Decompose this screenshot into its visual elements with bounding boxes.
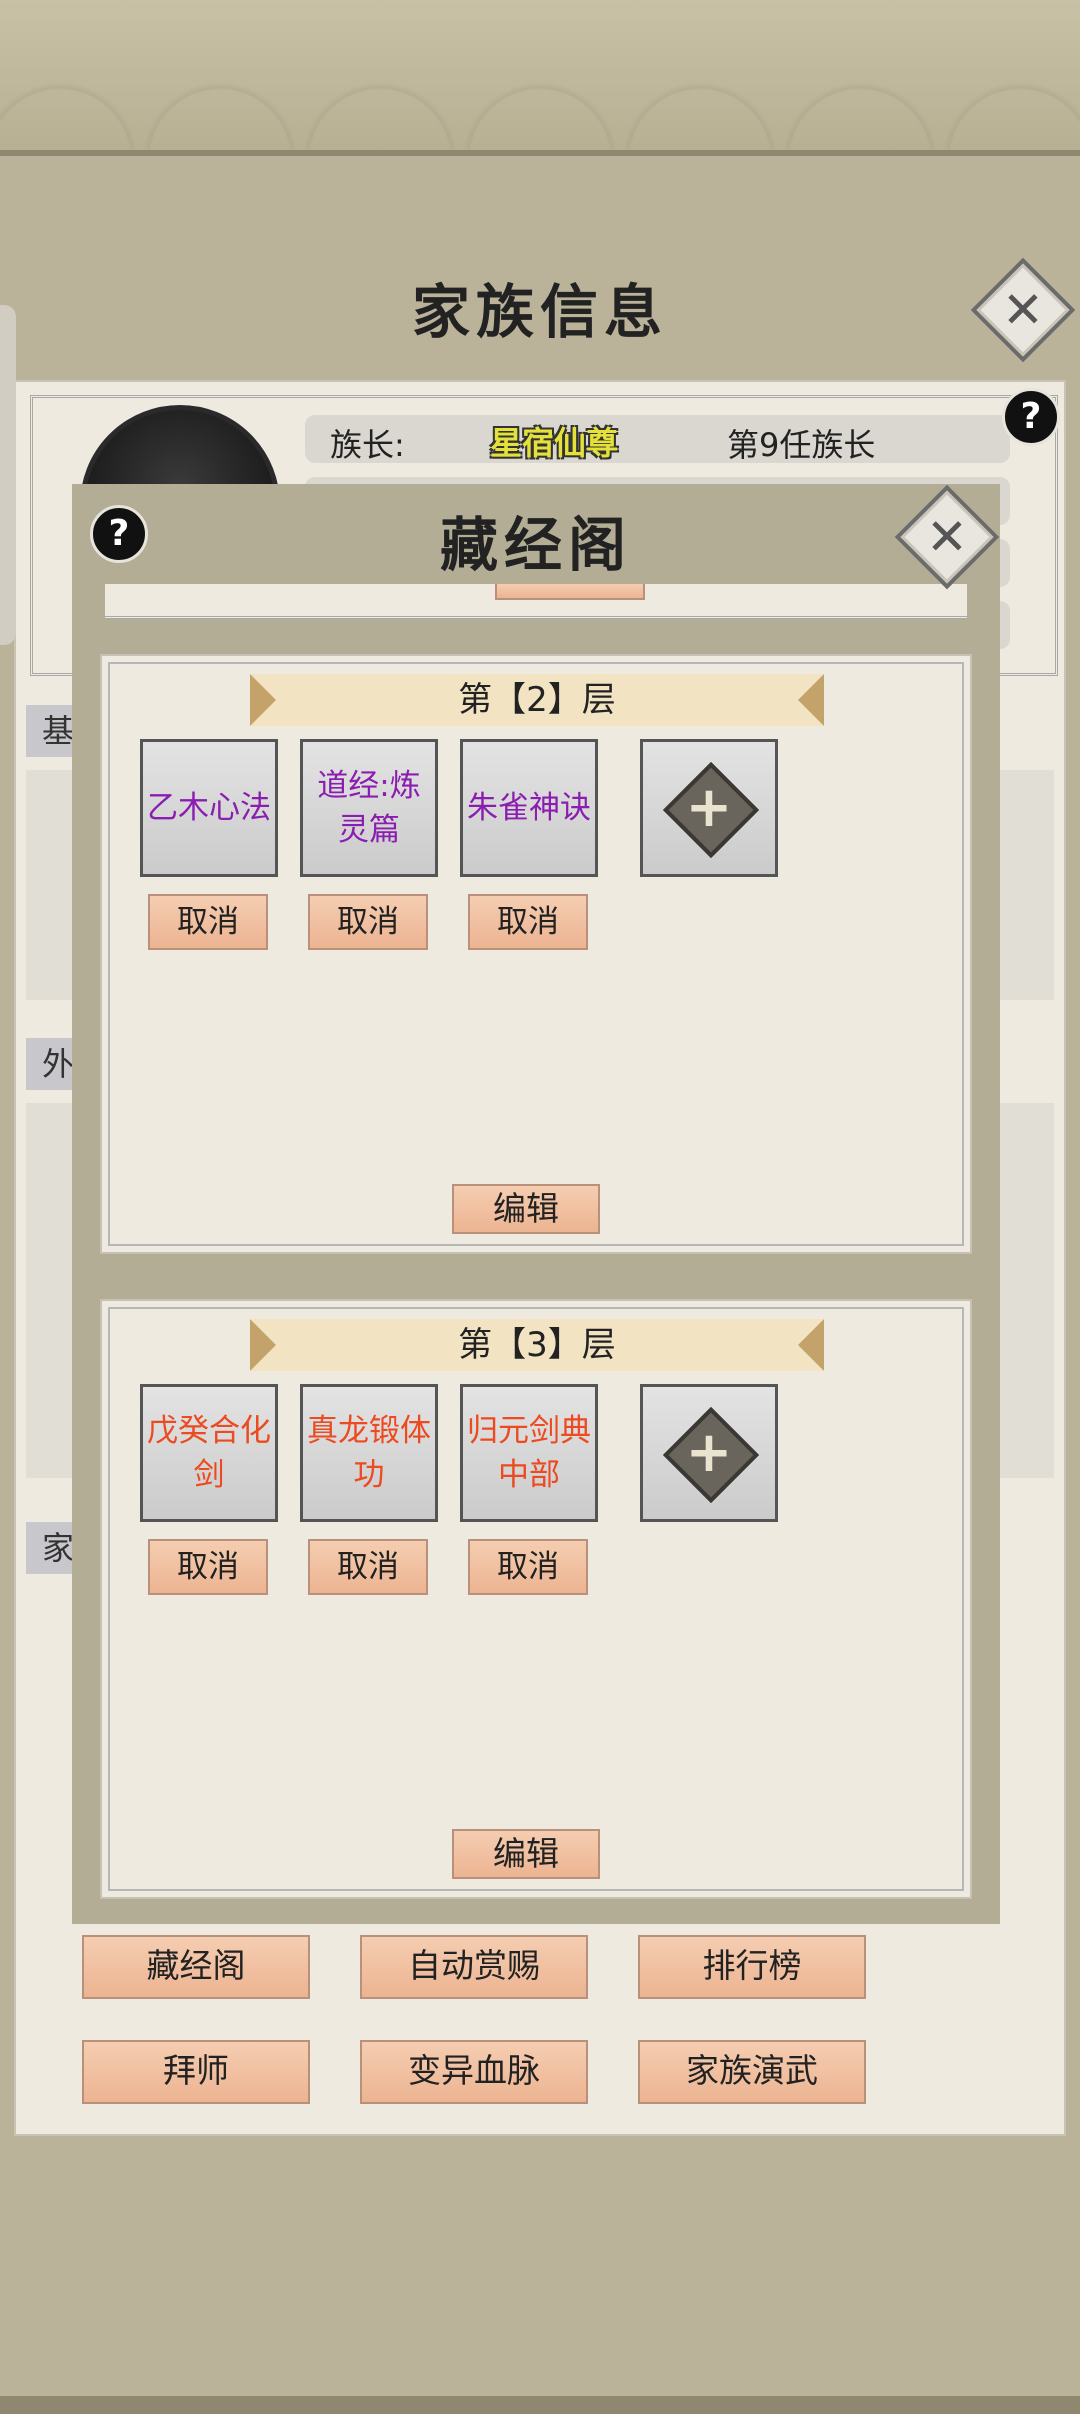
auto-reward-button[interactable]: 自动赏赐 xyxy=(360,1935,588,1999)
add-technique-slot[interactable]: + xyxy=(640,739,778,877)
technique-name: 乙木心法 xyxy=(147,790,271,826)
plus-icon: + xyxy=(685,775,733,840)
leaderboard-button[interactable]: 排行榜 xyxy=(638,1935,866,1999)
cancel-button[interactable]: 取消 xyxy=(468,1539,588,1595)
technique-name: 真龙锻体功 xyxy=(307,1413,431,1493)
library-popup: 藏经阁 第【2】层 乙木心法 道经:炼灵篇 朱雀神诀 + 取消 取消 取消 编辑… xyxy=(72,484,1000,1924)
close-icon: ✕ xyxy=(1002,281,1044,339)
library-floor-2: 第【2】层 乙木心法 道经:炼灵篇 朱雀神诀 + 取消 取消 取消 编辑 xyxy=(100,654,972,1254)
cancel-button[interactable]: 取消 xyxy=(148,894,268,950)
decorative-wave-header xyxy=(0,0,1080,156)
technique-slot[interactable]: 乙木心法 xyxy=(140,739,278,877)
technique-slot[interactable]: 戊癸合化剑 xyxy=(140,1384,278,1522)
help-icon: ? xyxy=(1020,396,1042,437)
edit-button[interactable]: 编辑 xyxy=(452,1184,600,1234)
cancel-button[interactable]: 取消 xyxy=(148,1539,268,1595)
technique-slot[interactable]: 归元剑典中部 xyxy=(460,1384,598,1522)
technique-name: 道经:炼灵篇 xyxy=(317,768,421,848)
help-icon: ? xyxy=(108,513,130,554)
library-floor-3: 第【3】层 戊癸合化剑 真龙锻体功 归元剑典中部 + 取消 取消 取消 编辑 xyxy=(100,1299,972,1899)
close-icon: ✕ xyxy=(926,508,968,566)
mutant-bloodline-button[interactable]: 变异血脉 xyxy=(360,2040,588,2104)
side-drawer-tab[interactable] xyxy=(0,305,16,645)
plus-icon: + xyxy=(685,1420,733,1485)
technique-name: 戊癸合化剑 xyxy=(147,1413,271,1493)
family-help-button[interactable]: ? xyxy=(1002,388,1060,446)
cancel-button[interactable]: 取消 xyxy=(468,894,588,950)
technique-slot[interactable]: 真龙锻体功 xyxy=(300,1384,438,1522)
cancel-button[interactable]: 取消 xyxy=(308,894,428,950)
technique-slot[interactable]: 道经:炼灵篇 xyxy=(300,739,438,877)
library-help-button[interactable]: ? xyxy=(90,505,148,563)
leader-rank: 第9任族长 xyxy=(727,426,876,464)
technique-name: 朱雀神诀 xyxy=(467,790,591,826)
partially-hidden-button xyxy=(495,584,645,600)
technique-name: 归元剑典中部 xyxy=(467,1413,591,1493)
apprentice-button[interactable]: 拜师 xyxy=(82,2040,310,2104)
leader-name: 星宿仙尊 xyxy=(490,424,619,462)
technique-slot[interactable]: 朱雀神诀 xyxy=(460,739,598,877)
decorative-footer-band xyxy=(0,2396,1080,2414)
cancel-button[interactable]: 取消 xyxy=(308,1539,428,1595)
library-top-strip xyxy=(105,584,967,619)
add-technique-slot[interactable]: + xyxy=(640,1384,778,1522)
family-info-title: 家族信息 xyxy=(411,278,668,346)
library-title: 藏经阁 xyxy=(439,511,632,579)
edit-button[interactable]: 编辑 xyxy=(452,1829,600,1879)
leader-row xyxy=(305,415,1010,463)
library-nav-button[interactable]: 藏经阁 xyxy=(82,1935,310,1999)
floor-banner: 第【2】层 xyxy=(250,674,824,726)
library-header: 藏经阁 xyxy=(72,484,1000,584)
family-martial-button[interactable]: 家族演武 xyxy=(638,2040,866,2104)
leader-label: 族长: xyxy=(330,426,405,464)
floor-banner: 第【3】层 xyxy=(250,1319,824,1371)
